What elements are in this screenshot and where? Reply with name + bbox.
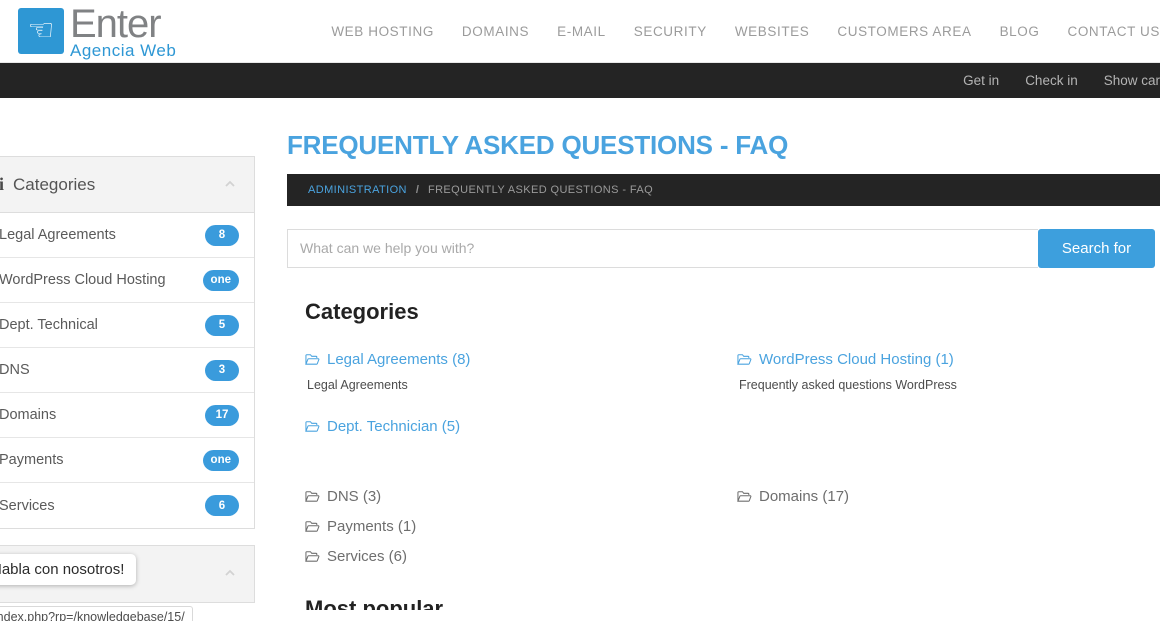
- category-link-label: DNS (3): [327, 487, 382, 505]
- search-button[interactable]: Search for: [1038, 228, 1155, 268]
- category-link-legal-agreements[interactable]: Legal Agreements (8): [305, 351, 470, 368]
- grid-spacer: [737, 418, 1160, 464]
- grid-spacer: [737, 548, 1160, 578]
- status-badge: 5: [205, 314, 239, 336]
- browser-status-url: et/index.php?rp=/knowledgebase/15/: [0, 606, 193, 621]
- grid-spacer: [737, 518, 1160, 548]
- folder-open-icon: [305, 490, 320, 503]
- category-link-wordpress-cloud-hosting[interactable]: WordPress Cloud Hosting (1): [737, 351, 954, 368]
- breadcrumb-item-current: FREQUENTLY ASKED QUESTIONS - FAQ: [427, 183, 654, 196]
- sidebar-item-dept-technical[interactable]: Dept. Technical 5: [0, 303, 254, 348]
- category-link-dns[interactable]: DNS (3): [305, 488, 381, 505]
- sidebar-item-label: Legal Agreements: [0, 227, 116, 243]
- info-icon: i: [0, 174, 5, 194]
- category-block-dept-technician: Dept. Technician (5): [305, 418, 737, 438]
- category-description: Frequently asked questions WordPress: [739, 377, 957, 392]
- folder-open-icon: [305, 420, 320, 433]
- sidebar-item-legal-agreements[interactable]: Legal Agreements 8: [0, 213, 254, 258]
- category-link-payments[interactable]: Payments (1): [305, 518, 416, 535]
- sidebar-panel-title: Categories: [13, 174, 96, 194]
- hand-pointer-icon: ☜: [18, 8, 64, 54]
- sidebar-item-label: Domains: [0, 407, 57, 423]
- category-link-label: Legal Agreements (8): [327, 350, 471, 368]
- search-bar: Search for: [287, 228, 1155, 268]
- sidebar-item-label: Payments: [0, 452, 64, 468]
- site-header: ☜ Enter Agencia Web WEB HOSTING DOMAINS …: [0, 0, 1160, 63]
- sidebar-item-label: WordPress Cloud Hosting: [0, 272, 166, 288]
- category-link-label: Domains (17): [759, 487, 850, 505]
- categories-grid: Legal Agreements (8) Legal Agreements Wo…: [305, 351, 1160, 578]
- folder-open-icon: [305, 353, 320, 366]
- sidebar-item-label: DNS: [0, 362, 30, 378]
- main-navigation: WEB HOSTING DOMAINS E-MAIL SECURITY WEBS…: [331, 0, 1160, 63]
- sidebar-item-domains[interactable]: Domains 17: [0, 393, 254, 438]
- category-block-domains: Domains (17): [737, 488, 1160, 508]
- nav-item-websites[interactable]: WEBSITES: [735, 24, 810, 39]
- chat-widget-bubble[interactable]: ¡Habla con nosotros!: [0, 554, 137, 585]
- status-badge: one: [202, 269, 239, 291]
- category-link-services[interactable]: Services (6): [305, 548, 407, 565]
- breadcrumb: ADMINISTRATION / FREQUENTLY ASKED QUESTI…: [287, 173, 1160, 206]
- breadcrumb-item-administration[interactable]: ADMINISTRATION: [308, 184, 407, 196]
- sidebar-panel-header[interactable]: i Categories: [0, 157, 254, 213]
- sidebar-item-label: Dept. Technical: [0, 317, 98, 333]
- category-link-label: WordPress Cloud Hosting (1): [759, 350, 954, 368]
- sidebar-item-dns[interactable]: DNS 3: [0, 348, 254, 393]
- category-block-legal-agreements: Legal Agreements (8) Legal Agreements: [305, 351, 737, 392]
- folder-open-icon: [305, 550, 320, 563]
- folder-open-icon: [737, 353, 752, 366]
- category-block-services: Services (6): [305, 548, 737, 568]
- utility-bar: Get in Check in Show car: [0, 63, 1160, 98]
- main-content: FREQUENTLY ASKED QUESTIONS - FAQ ADMINIS…: [255, 98, 1160, 621]
- sidebar-item-payments[interactable]: Payments one: [0, 438, 254, 483]
- brand-name: Enter: [70, 1, 162, 46]
- nav-item-web-hosting[interactable]: WEB HOSTING: [331, 24, 434, 39]
- brand-logo[interactable]: ☜ Enter Agencia Web: [18, 4, 176, 59]
- page-body: i Categories Legal Agreements 8 WordPres…: [0, 98, 1160, 621]
- page-title: FREQUENTLY ASKED QUESTIONS - FAQ: [287, 130, 789, 160]
- sidebar-item-wordpress-cloud-hosting[interactable]: WordPress Cloud Hosting one: [0, 258, 254, 303]
- utility-item-show-cart[interactable]: Show car: [1104, 73, 1160, 88]
- breadcrumb-separator: /: [415, 183, 419, 196]
- category-link-dept-technician[interactable]: Dept. Technician (5): [305, 418, 460, 435]
- section-title-most-popular: Most popular: [305, 595, 444, 610]
- utility-item-get-in[interactable]: Get in: [963, 73, 999, 88]
- category-block-payments: Payments (1): [305, 518, 737, 538]
- category-description: Legal Agreements: [307, 377, 408, 392]
- category-block-dns: DNS (3): [305, 488, 737, 508]
- category-block-wordpress-cloud-hosting: WordPress Cloud Hosting (1) Frequently a…: [737, 351, 1160, 392]
- chevron-up-icon[interactable]: [222, 566, 238, 582]
- category-link-label: Payments (1): [327, 517, 417, 535]
- status-badge: 17: [205, 404, 239, 426]
- folder-open-icon: [305, 520, 320, 533]
- category-link-label: Dept. Technician (5): [327, 417, 461, 435]
- section-title-categories: Categories: [305, 298, 419, 324]
- folder-open-icon: [737, 490, 752, 503]
- nav-item-contact-us[interactable]: CONTACT US: [1067, 24, 1160, 39]
- nav-item-email[interactable]: E-MAIL: [557, 24, 606, 39]
- category-link-domains[interactable]: Domains (17): [737, 488, 849, 505]
- nav-item-blog[interactable]: BLOG: [1000, 24, 1040, 39]
- chevron-up-icon[interactable]: [222, 177, 238, 193]
- utility-item-check-in[interactable]: Check in: [1025, 73, 1078, 88]
- nav-item-security[interactable]: SECURITY: [634, 24, 707, 39]
- sidebar-item-label: Services: [0, 497, 55, 514]
- sidebar-categories-panel: i Categories Legal Agreements 8 WordPres…: [0, 156, 255, 529]
- search-input[interactable]: [287, 228, 1038, 268]
- status-badge: 6: [205, 495, 239, 516]
- status-badge: 8: [205, 224, 239, 246]
- sidebar-item-services[interactable]: Services 6: [0, 483, 254, 528]
- category-link-label: Services (6): [327, 547, 408, 565]
- status-badge: 3: [205, 359, 239, 381]
- sidebar: i Categories Legal Agreements 8 WordPres…: [0, 98, 255, 621]
- nav-item-domains[interactable]: DOMAINS: [462, 24, 529, 39]
- brand-tagline: Agencia Web: [70, 40, 177, 60]
- nav-item-customers-area[interactable]: CUSTOMERS AREA: [837, 24, 971, 39]
- status-badge: one: [202, 449, 239, 471]
